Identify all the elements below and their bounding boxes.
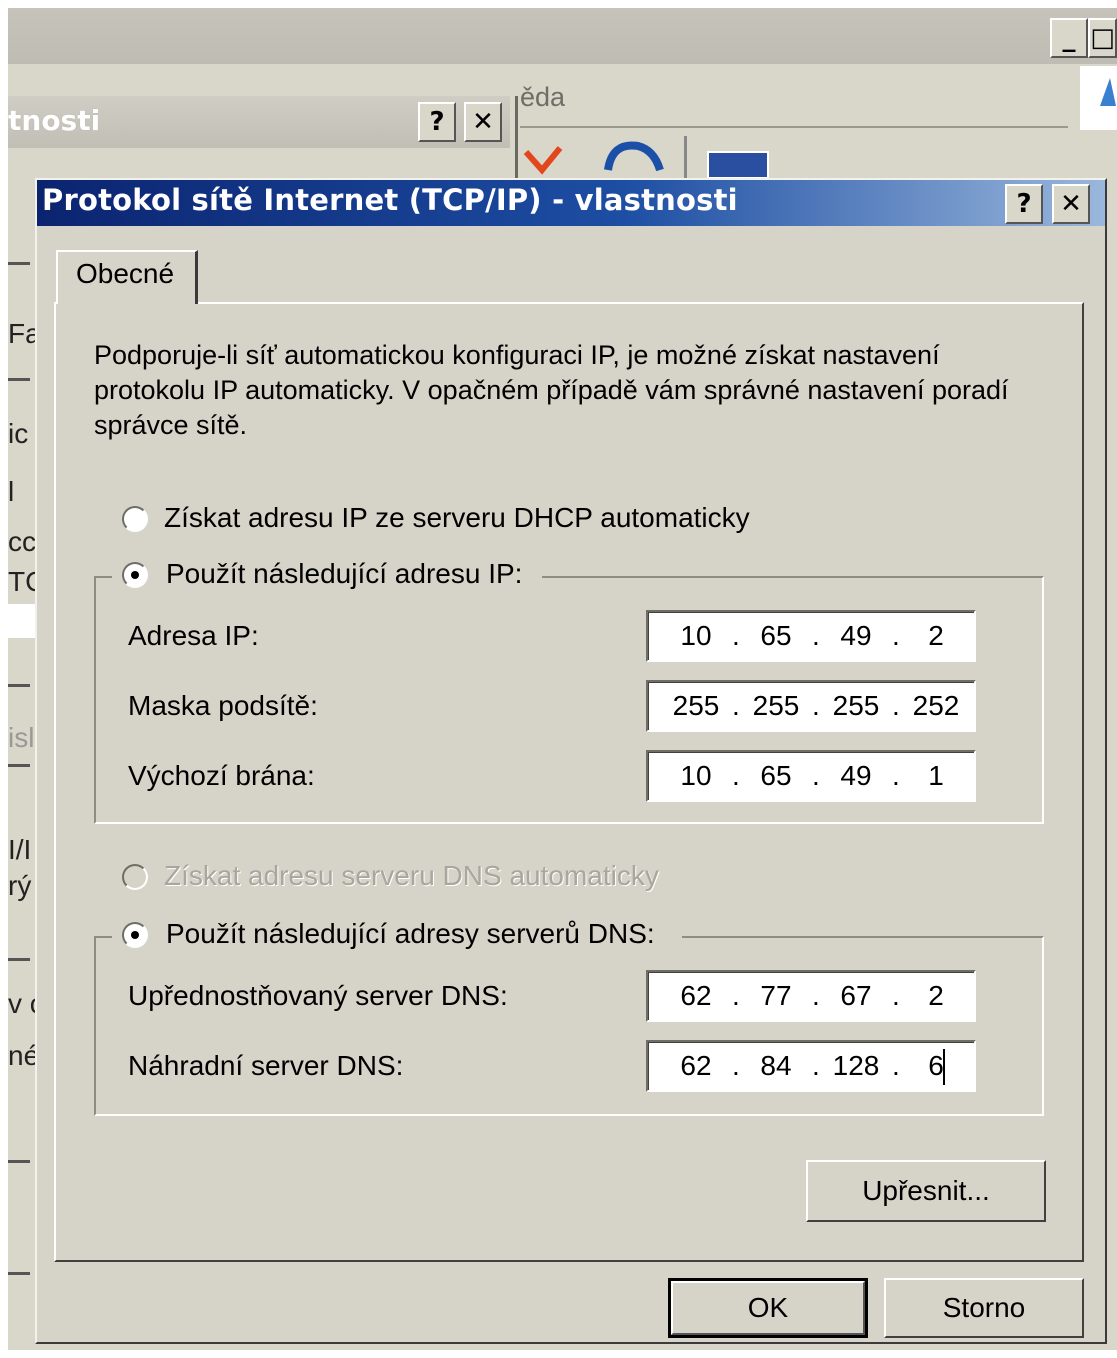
octet: 255: [752, 690, 800, 721]
octet: 252: [912, 690, 960, 721]
ok-button-label: OK: [747, 1292, 789, 1323]
octet-separator: .: [812, 620, 820, 651]
bg-separator: [8, 378, 30, 381]
octet: 65: [760, 760, 792, 791]
octet-separator: .: [812, 760, 820, 791]
radio-ip-auto[interactable]: [122, 506, 148, 532]
bg-fragment: I/I: [8, 834, 32, 865]
maximize-button[interactable]: □: [1088, 18, 1117, 58]
radio-dns-auto[interactable]: [122, 864, 148, 890]
octet: 62: [680, 1050, 712, 1081]
undo-icon[interactable]: [604, 141, 664, 172]
preferred-dns-field[interactable]: 62 . 77 . 67 . 2: [646, 970, 976, 1022]
bg-separator: [8, 684, 30, 687]
bg-fragment: isl: [8, 722, 35, 753]
radio-ip-manual-label[interactable]: Použít následující adresu IP:: [166, 558, 522, 590]
menu-item-help[interactable]: ěda: [520, 82, 565, 113]
bg-fragment: ic: [8, 418, 29, 449]
octet: 128: [832, 1050, 880, 1081]
octet: 6: [928, 1050, 944, 1081]
octet: 77: [760, 980, 792, 1011]
alternate-dns-field[interactable]: 62 . 84 . 128 . 6: [646, 1040, 976, 1092]
subnet-mask-field[interactable]: 255 . 255 . 255 . 252: [646, 680, 976, 732]
bg-separator: [8, 764, 30, 767]
octet-separator: .: [812, 690, 820, 721]
dialog-title: Protokol sítě Internet (TCP/IP) - vlastn…: [42, 183, 738, 217]
alternate-dns-label: Náhradní server DNS:: [128, 1050, 404, 1081]
default-gateway-field[interactable]: 10 . 65 . 49 . 1: [646, 750, 976, 802]
octet-separator: .: [812, 980, 820, 1011]
octet-separator: .: [732, 980, 740, 1011]
help-button[interactable]: ?: [1005, 184, 1043, 224]
background-dialog-title: tnosti: [8, 104, 101, 137]
background-dialog-edge: [515, 96, 518, 180]
ip-address-label: Adresa IP:: [128, 620, 259, 651]
bg-separator: [8, 1272, 30, 1275]
radio-dns-manual[interactable]: [122, 922, 148, 948]
radio-ip-auto-label[interactable]: Získat adresu IP ze serveru DHCP automat…: [164, 502, 750, 534]
octet-separator: .: [892, 760, 900, 791]
background-help-button[interactable]: ?: [418, 102, 456, 142]
bg-fragment: rý: [8, 870, 32, 901]
octet: 255: [672, 690, 720, 721]
octet: 67: [840, 980, 872, 1011]
octet-separator: .: [812, 1050, 820, 1081]
octet: 10: [680, 620, 712, 651]
octet-separator: .: [892, 1050, 900, 1081]
octet-separator: .: [732, 620, 740, 651]
default-gateway-label: Výchozí brána:: [128, 760, 315, 791]
minimize-button[interactable]: _: [1050, 18, 1088, 58]
octet-separator: .: [892, 980, 900, 1011]
octet: 49: [840, 620, 872, 651]
text-cursor: [943, 1049, 945, 1085]
checkmark-icon[interactable]: [523, 146, 563, 175]
preferred-dns-label: Upřednostňovaný server DNS:: [128, 980, 508, 1011]
octet: 84: [760, 1050, 792, 1081]
radio-dns-manual-label[interactable]: Použít následující adresy serverů DNS:: [166, 918, 655, 950]
octet-separator: .: [732, 760, 740, 791]
tab-general-label: Obecné: [76, 258, 175, 289]
octet: 1: [928, 760, 944, 791]
octet-separator: .: [892, 690, 900, 721]
bg-separator: [8, 958, 30, 961]
octet-separator: .: [732, 1050, 740, 1081]
octet: 49: [840, 760, 872, 791]
view-icon[interactable]: [707, 151, 769, 178]
radio-dns-auto-label: Získat adresu serveru DNS automaticky: [164, 860, 659, 891]
radio-selected-dot: [131, 571, 139, 579]
octet: 65: [760, 620, 792, 651]
radio-ip-manual[interactable]: [122, 562, 148, 588]
octet: 2: [928, 620, 944, 651]
bg-separator: [8, 262, 30, 265]
toolbar-separator: [684, 136, 687, 178]
windows-logo-mark: [1100, 78, 1116, 106]
octet: 2: [928, 980, 944, 1011]
octet: 10: [680, 760, 712, 791]
background-titlebar: [8, 8, 1117, 64]
radio-selected-dot: [131, 931, 139, 939]
menu-divider: [520, 126, 1068, 128]
bg-white-field: [8, 604, 35, 638]
bg-separator: [8, 1160, 30, 1163]
octet: 255: [832, 690, 880, 721]
bg-fragment: cc: [8, 526, 36, 557]
ip-address-field[interactable]: 10 . 65 . 49 . 2: [646, 610, 976, 662]
close-button[interactable]: ✕: [1052, 184, 1090, 224]
ok-button[interactable]: OK: [668, 1278, 868, 1338]
bg-fragment: l: [8, 476, 15, 507]
cancel-button[interactable]: Storno: [884, 1278, 1084, 1338]
octet-separator: .: [732, 690, 740, 721]
octet-separator: .: [892, 620, 900, 651]
octet: 62: [680, 980, 712, 1011]
description-text: Podporuje-li síť automatickou konfigurac…: [94, 340, 1009, 440]
advanced-button[interactable]: Upřesnit...: [806, 1160, 1046, 1222]
background-close-button[interactable]: ✕: [464, 102, 502, 142]
background-toolbar-icons: [523, 136, 769, 178]
subnet-mask-label: Maska podsítě:: [128, 690, 318, 721]
